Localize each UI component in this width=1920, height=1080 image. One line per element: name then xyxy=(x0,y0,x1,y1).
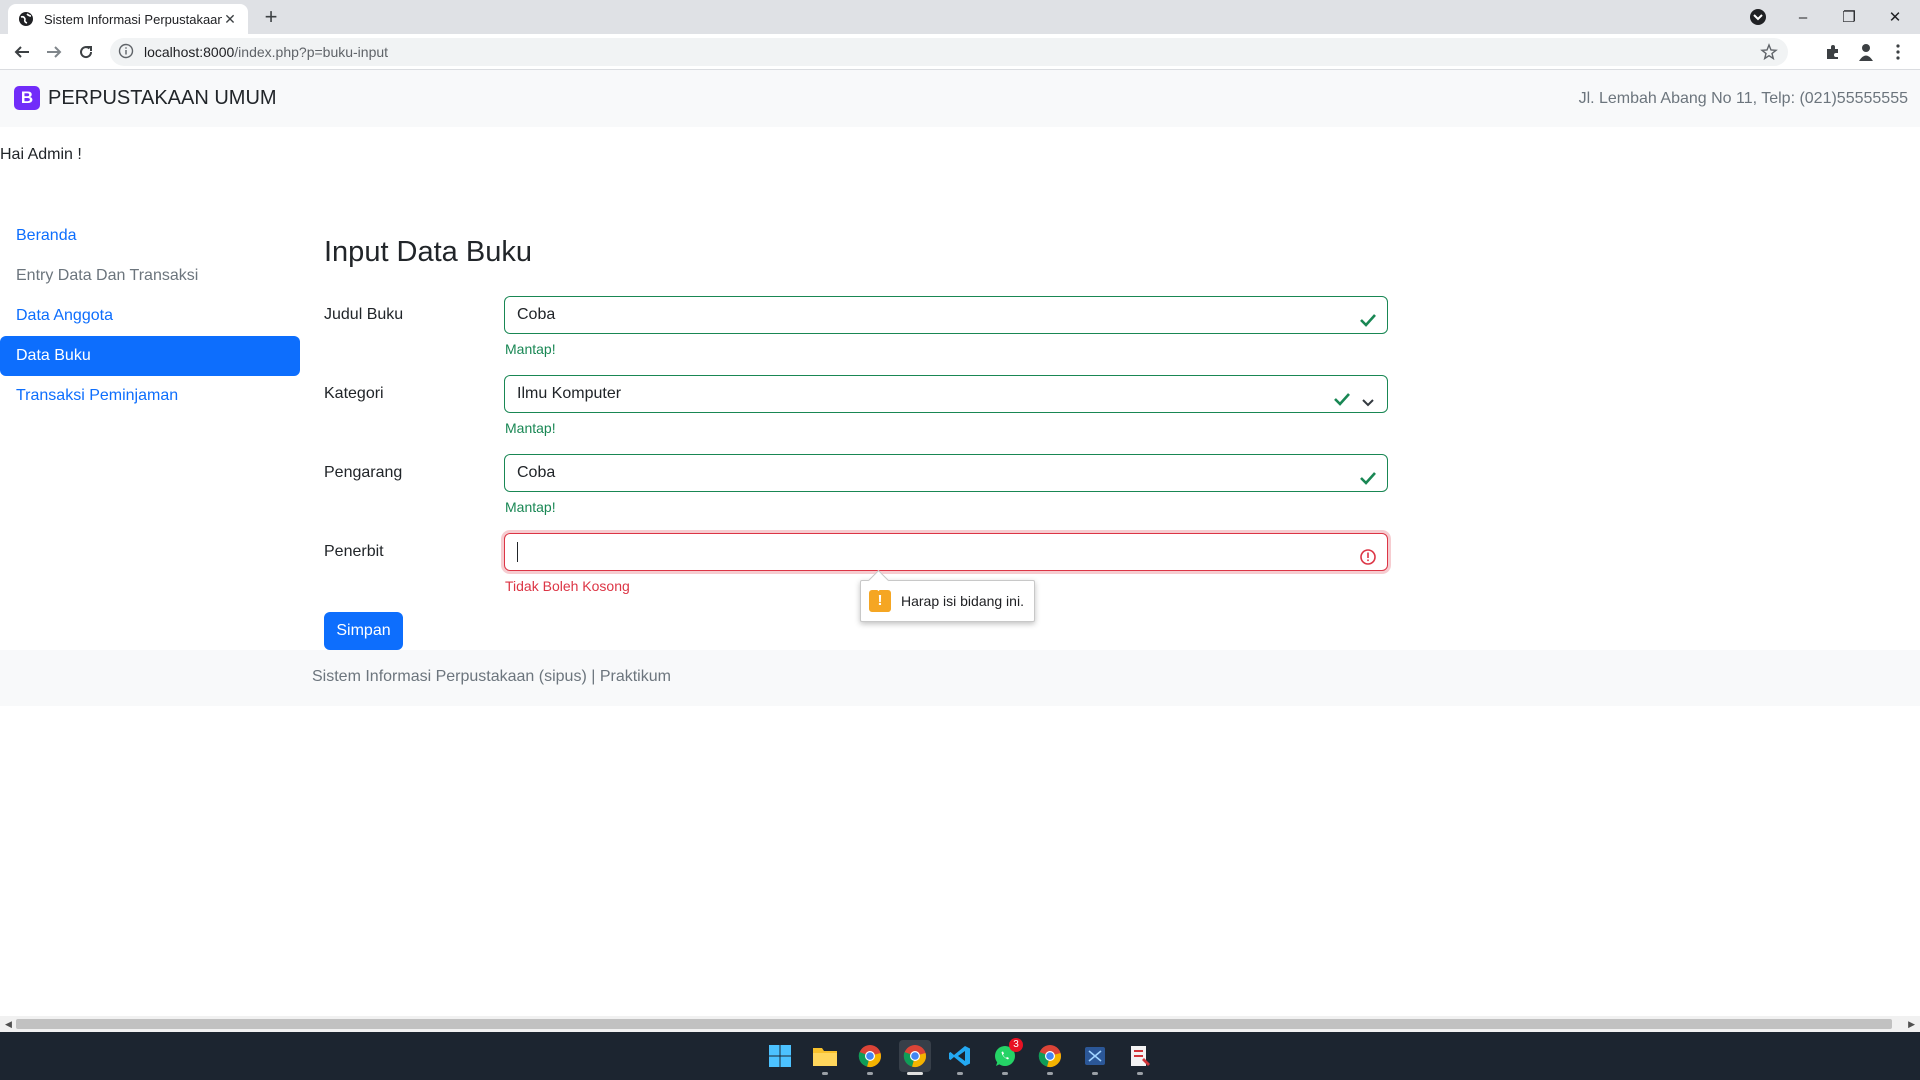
browser-tab-strip: Sistem Informasi Perpustakaan ✕ + – ❐ ✕ xyxy=(0,0,1920,34)
field-label: Pengarang xyxy=(324,464,403,481)
penerbit-input[interactable] xyxy=(504,533,1388,571)
sidebar-menu: Beranda Entry Data Dan Transaksi Data An… xyxy=(0,216,300,416)
url-text: localhost:8000/index.php?p=buku-input xyxy=(144,44,388,60)
globe-icon xyxy=(18,11,34,27)
chevron-down-icon xyxy=(1361,388,1375,407)
chrome-profile-icon[interactable] xyxy=(899,1040,931,1075)
check-icon xyxy=(1359,307,1377,327)
running-indicator xyxy=(957,1072,963,1075)
scrollbar-thumb[interactable] xyxy=(16,1019,1892,1029)
running-indicator xyxy=(1047,1072,1053,1075)
reload-icon[interactable] xyxy=(74,40,98,64)
scroll-right-arrow-icon[interactable]: ▶ xyxy=(1908,1019,1915,1030)
tooltip-text: Harap isi bidang ini. xyxy=(901,593,1024,609)
running-indicator xyxy=(822,1072,828,1075)
url-path: /index.php?p=buku-input xyxy=(234,44,389,60)
field-label: Judul Buku xyxy=(324,306,404,323)
check-icon xyxy=(1333,386,1351,406)
running-indicator xyxy=(1002,1072,1008,1075)
sidebar-item-transaksi-peminjaman[interactable]: Transaksi Peminjaman xyxy=(0,376,300,416)
sidebar-item-data-anggota[interactable]: Data Anggota xyxy=(0,296,300,336)
vscode-icon[interactable] xyxy=(944,1040,976,1075)
snipping-tool-icon[interactable] xyxy=(1079,1040,1111,1075)
running-indicator xyxy=(1137,1072,1143,1075)
windows-taskbar: 3 xyxy=(0,1032,1920,1080)
profile-avatar[interactable] xyxy=(1856,42,1876,62)
site-info-icon[interactable] xyxy=(118,43,136,61)
windows-start-icon[interactable] xyxy=(764,1040,796,1072)
browser-menu-icon[interactable] xyxy=(1888,42,1908,62)
close-window-button[interactable]: ✕ xyxy=(1872,8,1918,26)
page-footer: Sistem Informasi Perpustakaan (sipus) | … xyxy=(0,650,1920,706)
select-value: Ilmu Komputer xyxy=(517,385,622,402)
greeting-text: Hai Admin ! xyxy=(0,146,82,163)
chrome-second-profile-icon[interactable] xyxy=(1034,1040,1066,1075)
forward-icon[interactable] xyxy=(42,40,66,64)
sidebar-item-entry-data: Entry Data Dan Transaksi xyxy=(16,267,199,284)
scroll-left-arrow-icon[interactable]: ◀ xyxy=(5,1019,12,1030)
brand-name[interactable]: PERPUSTAKAAN UMUM xyxy=(48,87,277,110)
chrome-icon[interactable] xyxy=(854,1040,886,1075)
library-address: Jl. Lembah Abang No 11, Telp: (021)55555… xyxy=(1578,90,1908,107)
simpan-button[interactable]: Simpan xyxy=(324,612,403,650)
warning-icon: ! xyxy=(869,590,891,612)
kategori-select[interactable]: Ilmu Komputer xyxy=(504,375,1388,413)
address-bar[interactable]: localhost:8000/index.php?p=buku-input xyxy=(110,38,1788,66)
file-explorer-icon[interactable] xyxy=(809,1040,841,1075)
page-title: Input Data Buku xyxy=(324,236,532,268)
valid-feedback: Mantap! xyxy=(505,341,556,357)
restore-button[interactable]: ❐ xyxy=(1826,8,1872,26)
sidebar-item-beranda[interactable]: Beranda xyxy=(0,216,300,256)
back-icon[interactable] xyxy=(10,40,34,64)
footer-text: Sistem Informasi Perpustakaan (sipus) | … xyxy=(312,668,671,685)
extensions-icon[interactable] xyxy=(1823,42,1843,62)
input-value: Coba xyxy=(517,306,556,323)
sidebar-item-data-buku[interactable]: Data Buku xyxy=(0,336,300,376)
horizontal-scrollbar[interactable]: ◀ ▶ xyxy=(0,1016,1920,1032)
minimize-button[interactable]: – xyxy=(1780,9,1826,26)
valid-feedback: Mantap! xyxy=(505,499,556,515)
close-tab-icon[interactable]: ✕ xyxy=(222,11,238,28)
new-tab-button[interactable]: + xyxy=(258,4,284,30)
validation-tooltip: ! Harap isi bidang ini. xyxy=(860,580,1035,622)
bookmark-star-icon[interactable] xyxy=(1760,43,1778,61)
window-controls: – ❐ ✕ xyxy=(1780,0,1918,34)
check-icon xyxy=(1359,465,1377,485)
field-label: Kategori xyxy=(324,385,384,402)
whatsapp-icon[interactable]: 3 xyxy=(989,1038,1023,1075)
judul-buku-input[interactable]: Coba xyxy=(504,296,1388,334)
notification-badge: 3 xyxy=(1009,1038,1023,1052)
tab-search-icon[interactable] xyxy=(1748,7,1768,27)
bootstrap-logo[interactable]: B xyxy=(14,86,40,110)
invalid-feedback: Tidak Boleh Kosong xyxy=(505,578,630,594)
browser-tab[interactable]: Sistem Informasi Perpustakaan ✕ xyxy=(8,4,248,34)
text-caret xyxy=(517,541,518,562)
field-label: Penerbit xyxy=(324,543,384,560)
tab-title: Sistem Informasi Perpustakaan xyxy=(44,11,222,27)
running-indicator xyxy=(1092,1072,1098,1075)
running-indicator xyxy=(907,1072,923,1075)
running-indicator xyxy=(867,1072,873,1075)
url-host: localhost:8000 xyxy=(144,44,235,60)
browser-toolbar: localhost:8000/index.php?p=buku-input xyxy=(0,34,1920,70)
app-editor-icon[interactable] xyxy=(1124,1040,1156,1075)
pengarang-input[interactable]: Coba xyxy=(504,454,1388,492)
valid-feedback: Mantap! xyxy=(505,420,556,436)
error-circle-icon xyxy=(1359,544,1377,565)
input-value: Coba xyxy=(517,464,556,481)
site-navbar: B PERPUSTAKAAN UMUM Jl. Lembah Abang No … xyxy=(0,70,1920,127)
